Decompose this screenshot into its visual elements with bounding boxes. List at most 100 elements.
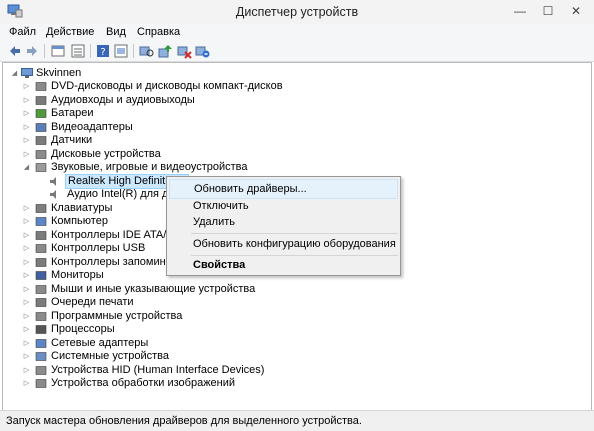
tree-category[interactable]: ▷ Программные устройства [23, 310, 263, 323]
usb-icon [35, 244, 47, 253]
speaker-icon [50, 176, 56, 186]
tree-category-label: Дисковые устройства [51, 147, 161, 160]
tree-root[interactable]: ◢ Skvinnen [11, 67, 211, 80]
svg-text:?: ? [100, 47, 105, 58]
context-item-label: Удалить [193, 216, 235, 228]
imaging-device-icon [35, 379, 47, 388]
expand-arrow-icon[interactable]: ▷ [23, 323, 30, 336]
tree-category-label: Контроллеры USB [51, 242, 146, 254]
disk-icon [35, 149, 47, 159]
battery-icon [35, 109, 47, 118]
tree-category[interactable]: ▷ DVD-дисководы и дисководы компакт-диско… [23, 80, 283, 93]
menu-action[interactable]: Действие [46, 26, 94, 38]
tree-category-label: Программные устройства [51, 309, 183, 322]
context-menu: Обновить драйверы... Отключить Удалить О… [166, 176, 401, 276]
system-device-icon [35, 352, 47, 361]
uninstall-device-icon[interactable] [194, 43, 210, 59]
expand-arrow-icon[interactable]: ▷ [23, 202, 30, 215]
tree-category[interactable]: ▷ Сетевые адаптеры [23, 337, 263, 350]
audio-io-icon [35, 95, 47, 105]
context-properties[interactable]: Свойства [169, 256, 396, 274]
dvd-icon [35, 82, 47, 91]
tree-category[interactable]: ▷ Мыши и иные указывающие устройства [23, 283, 263, 296]
expand-arrow-icon[interactable]: ▷ [23, 242, 30, 255]
tree-category-label: Мыши и иные указывающие устройства [51, 282, 256, 295]
tree-category[interactable]: ▷ Датчики [23, 134, 263, 147]
toolbar: ? [0, 41, 594, 62]
context-item-label: Свойства [193, 259, 246, 271]
help-icon[interactable]: ? [95, 43, 111, 59]
tree-category[interactable]: ▷ Дисковые устройства [23, 148, 263, 161]
ide-controller-icon [35, 230, 47, 240]
processor-icon [35, 325, 47, 334]
expand-arrow-icon[interactable]: ▷ [23, 269, 30, 282]
monitor-icon [35, 271, 47, 280]
tree-category[interactable]: ▷ Устройства обработки изображений [23, 377, 263, 390]
toolbar-separator [90, 44, 91, 58]
show-hidden-icon[interactable] [113, 43, 129, 59]
close-button[interactable]: ✕ [562, 0, 590, 22]
menu-file[interactable]: Файл [9, 26, 36, 38]
status-bar: Запуск мастера обновления драйверов для … [0, 410, 594, 431]
tree-category[interactable]: ▷ Системные устройства [23, 350, 263, 363]
expand-arrow-icon[interactable]: ▷ [23, 134, 30, 147]
expand-arrow-icon[interactable]: ▷ [23, 350, 30, 363]
mouse-icon [35, 284, 47, 294]
tree-category[interactable]: ▷ Очереди печати [23, 296, 263, 309]
window-title: Диспетчер устройств [235, 5, 359, 19]
context-scan-hardware[interactable]: Обновить конфигурацию оборудования [169, 235, 396, 253]
tree-category[interactable]: ◢ Звуковые, игровые и видеоустройства [23, 161, 263, 174]
disable-device-icon[interactable] [176, 43, 192, 59]
expand-arrow-icon[interactable]: ▷ [23, 80, 30, 93]
toolbar-separator [44, 44, 45, 58]
tree-category[interactable]: ▷ Батареи [23, 107, 263, 120]
printer-icon [35, 298, 47, 307]
tree-category[interactable]: ▷ Видеоадаптеры [23, 121, 263, 134]
expand-arrow-icon[interactable]: ▷ [23, 283, 30, 296]
tree-category-label: Звуковые, игровые и видеоустройства [51, 161, 248, 173]
maximize-button[interactable]: ☐ [534, 0, 562, 22]
tree-category[interactable]: ▷ Процессоры [23, 323, 263, 336]
list-icon[interactable] [70, 43, 86, 59]
context-separator [191, 233, 398, 234]
tree-category-label: Батареи [51, 107, 94, 119]
tree-category[interactable]: ▷ Аудиовходы и аудиовыходы [23, 94, 263, 107]
title-bar: Диспетчер устройств — ☐ ✕ [0, 0, 594, 25]
expand-arrow-icon[interactable]: ▷ [23, 377, 30, 390]
menu-view[interactable]: Вид [106, 26, 126, 38]
collapse-arrow-icon[interactable]: ◢ [11, 67, 18, 80]
expand-arrow-icon[interactable]: ▷ [23, 310, 30, 323]
expand-arrow-icon[interactable]: ▷ [23, 94, 30, 107]
expand-arrow-icon[interactable]: ▷ [23, 337, 30, 350]
tree-category-label: Системные устройства [51, 350, 170, 362]
tree-category-label: Компьютер [51, 215, 108, 227]
tree-root-label: Skvinnen [36, 67, 82, 79]
expand-arrow-icon[interactable]: ▷ [23, 121, 30, 134]
minimize-button[interactable]: — [506, 0, 534, 22]
tree-category[interactable]: ▷ Устройства HID (Human Interface Devices… [23, 363, 265, 377]
expand-arrow-icon[interactable]: ▷ [23, 296, 30, 309]
status-text: Запуск мастера обновления драйверов для … [6, 415, 362, 427]
properties-icon[interactable] [50, 43, 66, 59]
expand-arrow-icon[interactable]: ▷ [23, 229, 30, 242]
hid-icon [35, 365, 47, 375]
expand-arrow-icon[interactable]: ▷ [23, 364, 30, 377]
update-driver-icon[interactable] [157, 43, 173, 59]
expand-arrow-icon[interactable]: ▷ [23, 215, 30, 228]
expand-arrow-icon[interactable]: ▷ [23, 148, 30, 161]
scan-hardware-icon[interactable] [138, 43, 154, 59]
tree-category-label: Процессоры [51, 323, 115, 335]
context-uninstall[interactable]: Удалить [169, 213, 396, 231]
menu-help[interactable]: Справка [137, 26, 180, 38]
expand-arrow-icon[interactable]: ▷ [23, 256, 30, 269]
back-arrow-icon[interactable] [7, 43, 23, 59]
tree-category-label: Устройства HID (Human Interface Devices) [51, 363, 265, 376]
context-item-label: Обновить конфигурацию оборудования [193, 238, 396, 250]
expand-arrow-icon[interactable]: ▷ [23, 107, 30, 120]
context-update-driver[interactable]: Обновить драйверы... [169, 179, 398, 199]
tree-category-label: Мониторы [51, 269, 104, 281]
collapse-arrow-icon[interactable]: ◢ [23, 161, 30, 174]
menu-bar: Файл Действие Вид Справка [0, 24, 594, 41]
forward-arrow-icon[interactable] [24, 43, 40, 59]
tree-category-label: DVD-дисководы и дисководы компакт-дисков [51, 80, 283, 92]
